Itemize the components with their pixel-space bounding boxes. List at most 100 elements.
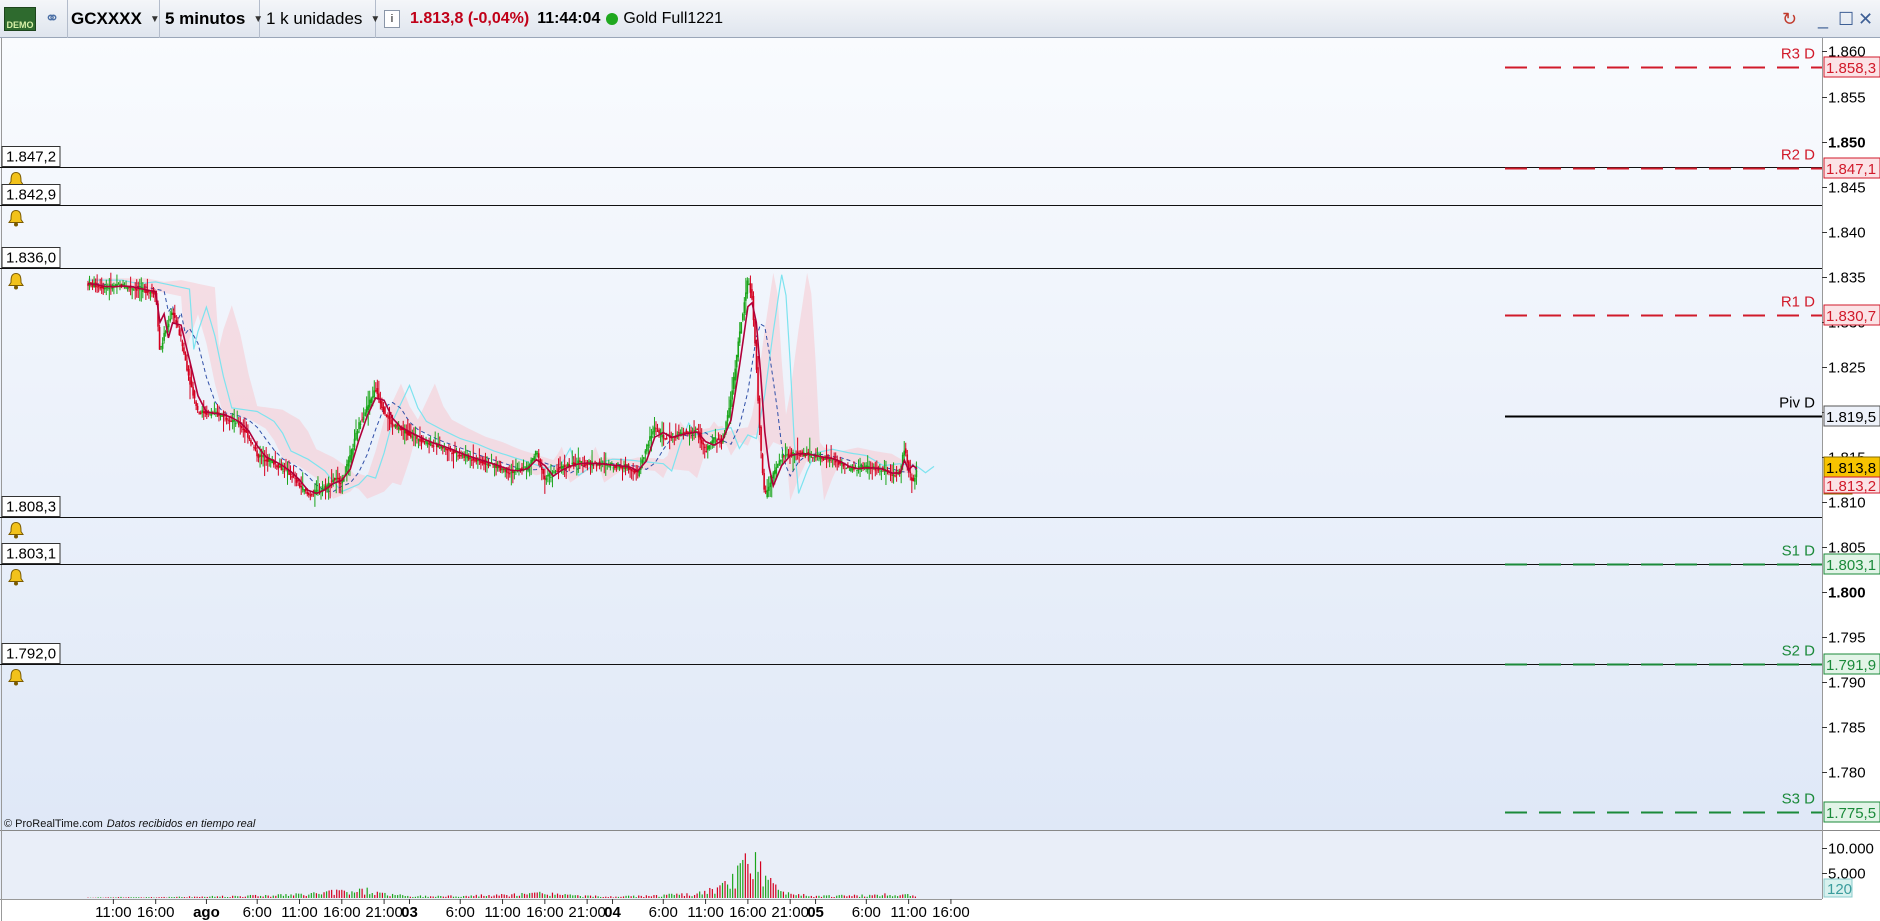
candle-body (234, 423, 237, 425)
candle-body (239, 425, 242, 427)
symbol-dropdown[interactable]: GCXXXX ▼ (68, 0, 160, 38)
candle-body (105, 287, 108, 289)
candle-body (103, 287, 106, 290)
refresh-icon[interactable]: ↻ (1782, 9, 1797, 30)
timeframe-label: 5 minutos (165, 9, 246, 28)
candle-body (96, 286, 98, 288)
spread-price-label: 1.813,2 (1826, 478, 1876, 495)
candle-body (671, 433, 674, 435)
candle-body (909, 471, 912, 473)
candle-body (748, 283, 750, 285)
candle-body (259, 454, 261, 457)
units-dropdown[interactable]: 1 k unidades ▼ (260, 0, 380, 38)
time-tick-label: 21:00 (365, 904, 403, 921)
candle-body (362, 416, 365, 420)
candle-body (180, 334, 182, 337)
pivot-price-tag-label: 1.847,1 (1826, 161, 1876, 178)
candle-body (353, 438, 356, 448)
last-volume-label: 120 (1827, 881, 1852, 898)
candle-body (536, 453, 539, 455)
candle-body (323, 487, 325, 490)
candle-body (560, 465, 563, 469)
candle-body (742, 313, 744, 321)
candle-body (775, 467, 778, 474)
candle-body (403, 430, 406, 434)
time-tick-label: 11:00 (687, 904, 723, 921)
pivot-name: R2 D (1781, 147, 1815, 164)
candle-body (533, 456, 535, 461)
candle-body (894, 475, 896, 477)
alert-label: 1.792,0 (6, 646, 56, 663)
timeframe-dropdown[interactable]: 5 minutos ▼ (160, 0, 263, 38)
price-tick-label: 1.790 (1828, 675, 1866, 692)
candle-body (381, 401, 383, 408)
candle-body (352, 448, 354, 455)
pivot-price-tag-label: 1.791,9 (1826, 657, 1876, 674)
alert-label: 1.808,3 (6, 499, 56, 516)
alert-label: 1.847,2 (6, 149, 56, 166)
candle-body (228, 420, 231, 422)
candle-body (202, 411, 205, 414)
candle-body (123, 287, 126, 289)
volume-tick-label: 10.000 (1828, 841, 1874, 858)
candle-body (588, 460, 590, 463)
candle-body (563, 465, 566, 468)
candle-body (781, 454, 784, 458)
instrument-name: Gold Full1221 (623, 10, 723, 27)
minimize-button[interactable]: _ (1818, 9, 1828, 30)
candle-body (298, 482, 301, 487)
candle-body (423, 440, 426, 442)
candle-body (769, 482, 772, 488)
pivot-name: R3 D (1781, 46, 1815, 63)
candle-body (187, 368, 190, 376)
candle-body (834, 460, 837, 463)
candle-body (242, 428, 245, 431)
candle-body (350, 449, 353, 461)
time-tick-label: 11:00 (281, 904, 317, 921)
maximize-button[interactable]: ☐ (1838, 9, 1854, 30)
pivot-price-tag-label: 1.775,5 (1826, 805, 1876, 822)
candle-body (263, 460, 266, 462)
candle-body (193, 390, 196, 399)
candle-body (545, 478, 548, 481)
candle-body (457, 455, 459, 457)
candle-body (892, 474, 895, 476)
bell-icon-clapper (14, 534, 18, 539)
candle-body (726, 415, 729, 422)
candle-body (621, 467, 624, 469)
candle-body (131, 288, 133, 290)
candle-body (571, 462, 574, 465)
candle-body (737, 341, 740, 358)
alert-label: 1.803,1 (6, 546, 56, 563)
candle-body (716, 439, 718, 443)
candle-body (773, 470, 776, 475)
candle-body (445, 447, 447, 450)
candle-body (269, 460, 272, 462)
price-chart[interactable]: 1.847,2 1.842,9 1.836,0 1.808,3 1.803,1 1.792… (0, 38, 1880, 921)
candle-body (257, 454, 260, 458)
price-tick-label: 1.785 (1828, 720, 1866, 737)
candle-body (661, 434, 663, 438)
info-icon[interactable]: i (384, 10, 400, 28)
candle-body (100, 286, 103, 289)
candle-body (486, 463, 488, 465)
candle-body (111, 287, 114, 290)
candle-body (732, 376, 735, 389)
price-tags: 1.858,3 1.847,1 1.830,7 1.819,5 1.803,1 1.791… (1823, 56, 1880, 823)
candle-body (914, 477, 916, 482)
candle-body (190, 380, 193, 388)
candle-body (294, 477, 296, 479)
candle-body (801, 451, 803, 453)
candle-body (349, 455, 351, 463)
time-tick-label: 6:00 (446, 904, 475, 921)
candle-body (371, 396, 374, 398)
candle-body (766, 489, 768, 497)
chevron-down-icon: ▼ (149, 13, 160, 25)
close-button[interactable]: ✕ (1858, 9, 1873, 30)
candle-body (333, 477, 336, 481)
price-tick-label: 1.840 (1828, 225, 1866, 242)
candle-body (778, 460, 781, 465)
candle-body (696, 429, 698, 431)
price-tick-label: 1.800 (1828, 585, 1866, 602)
candle-body (783, 455, 785, 457)
